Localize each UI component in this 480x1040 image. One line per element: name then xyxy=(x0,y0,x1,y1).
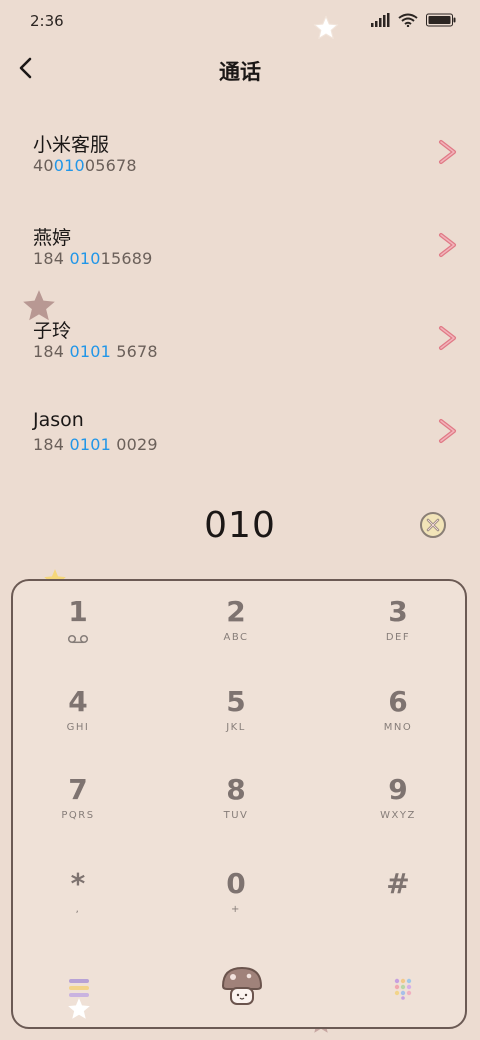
key-letters: ABC xyxy=(223,632,249,643)
key-3[interactable]: 3 DEF xyxy=(338,596,458,668)
key-letters: DEF xyxy=(385,632,411,643)
key-letters: TUV xyxy=(223,810,249,821)
contact-name: 燕婷 xyxy=(33,227,72,249)
key-0[interactable]: 0 + xyxy=(176,868,296,940)
contact-number: 184 0101 0029 xyxy=(33,435,158,454)
key-6[interactable]: 6 MNO xyxy=(338,686,458,758)
contact-number: 4001005678 xyxy=(33,156,137,175)
status-bar: 2:36 xyxy=(0,0,480,40)
signal-icon xyxy=(371,13,390,27)
clear-icon[interactable] xyxy=(420,512,446,538)
contact-name: 子玲 xyxy=(33,320,72,342)
chevron-right-icon[interactable] xyxy=(436,417,458,445)
key-digit: 3 xyxy=(388,595,408,628)
key-8[interactable]: 8 TUV xyxy=(176,774,296,846)
contact-row[interactable]: 燕婷 184 01015689 xyxy=(0,203,480,296)
contact-name: Jason xyxy=(33,409,84,431)
wifi-icon xyxy=(398,13,418,27)
key-digit: 4 xyxy=(68,685,88,718)
contact-number: 184 0101 5678 xyxy=(33,342,158,361)
key-digit: # xyxy=(386,867,410,900)
contact-row[interactable]: Jason 184 0101 0029 xyxy=(0,389,480,482)
key-letters: , xyxy=(75,904,81,915)
status-time: 2:36 xyxy=(30,12,64,30)
contact-name: 小米客服 xyxy=(33,134,110,156)
chevron-right-icon[interactable] xyxy=(436,138,458,166)
key-digit: 2 xyxy=(226,595,246,628)
star-decoration xyxy=(68,998,90,1019)
key-letters: JKL xyxy=(226,722,246,733)
page-title: 通话 xyxy=(219,60,261,84)
dialpad: 1 2 ABC 3 DEF 4 GHI 5 JKL 6 MNO 7 PQRS 8… xyxy=(11,579,467,1029)
key-hash[interactable]: # xyxy=(338,868,458,940)
contact-list: 小米客服 4001005678 燕婷 184 01015689 子玲 184 0… xyxy=(0,110,480,482)
key-star[interactable]: * , xyxy=(18,868,138,940)
key-7[interactable]: 7 PQRS xyxy=(18,774,138,846)
key-digit: 7 xyxy=(68,773,88,806)
key-digit: 9 xyxy=(388,773,408,806)
star-decoration xyxy=(313,15,339,40)
matched-digits: 0101 xyxy=(69,342,111,361)
key-letters: + xyxy=(231,904,241,915)
key-5[interactable]: 5 JKL xyxy=(176,686,296,758)
key-2[interactable]: 2 ABC xyxy=(176,596,296,668)
chevron-right-icon[interactable] xyxy=(436,231,458,259)
key-digit: 1 xyxy=(68,595,88,628)
battery-icon xyxy=(426,13,456,27)
contact-row[interactable]: 子玲 184 0101 5678 xyxy=(0,296,480,389)
key-9[interactable]: 9 WXYZ xyxy=(338,774,458,846)
key-digit: 5 xyxy=(226,685,246,718)
key-1[interactable]: 1 xyxy=(18,596,138,668)
status-icons xyxy=(370,13,456,27)
key-digit: 6 xyxy=(388,685,408,718)
contact-row[interactable]: 小米客服 4001005678 xyxy=(0,110,480,203)
matched-digits: 010 xyxy=(53,156,85,175)
matched-digits: 0101 xyxy=(69,435,111,454)
matched-digits: 010 xyxy=(69,249,101,268)
key-letters: WXYZ xyxy=(380,810,416,821)
dialpad-icon[interactable] xyxy=(391,976,415,1000)
chevron-right-icon[interactable] xyxy=(436,324,458,352)
key-letters: PQRS xyxy=(61,810,95,821)
key-4[interactable]: 4 GHI xyxy=(18,686,138,758)
key-digit: 8 xyxy=(226,773,246,806)
contact-number: 184 01015689 xyxy=(33,249,153,268)
key-letters: GHI xyxy=(66,722,90,733)
dialed-number: 010 xyxy=(204,505,276,546)
voicemail-icon xyxy=(67,634,89,644)
key-digit: * xyxy=(70,867,86,900)
key-letters: MNO xyxy=(383,722,413,733)
call-icon[interactable] xyxy=(219,964,265,1006)
key-digit: 0 xyxy=(226,867,246,900)
